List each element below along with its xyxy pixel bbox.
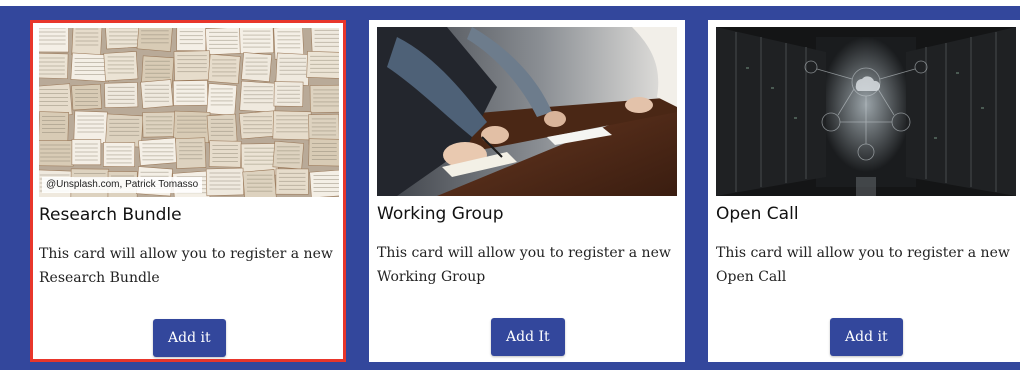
card-description: This card will allow you to register a n… <box>377 245 671 285</box>
server-room-photo <box>716 27 1016 196</box>
card-image <box>716 27 1016 196</box>
people-at-table-photo <box>377 27 677 196</box>
card-description: This card will allow you to register a n… <box>716 245 1010 285</box>
cards-panel: @Unsplash.com, Patrick Tomasso Research … <box>0 6 1020 370</box>
add-open-call-button[interactable]: Add it <box>830 318 903 356</box>
add-research-bundle-button[interactable]: Add it <box>153 319 226 357</box>
card-image: @Unsplash.com, Patrick Tomasso <box>39 28 339 197</box>
card-description: This card will allow you to register a n… <box>39 246 333 286</box>
image-credit: @Unsplash.com, Patrick Tomasso <box>42 177 203 193</box>
card-open-call[interactable]: Open Call This card will allow you to re… <box>708 20 1020 362</box>
card-working-group[interactable]: Working Group This card will allow you t… <box>369 20 685 362</box>
add-working-group-button[interactable]: Add It <box>491 318 565 356</box>
card-image <box>377 27 677 196</box>
card-title: Research Bundle <box>39 205 182 225</box>
books-collage-photo <box>39 28 339 197</box>
card-research-bundle[interactable]: @Unsplash.com, Patrick Tomasso Research … <box>30 20 346 362</box>
card-title: Open Call <box>716 204 799 224</box>
card-title: Working Group <box>377 204 504 224</box>
